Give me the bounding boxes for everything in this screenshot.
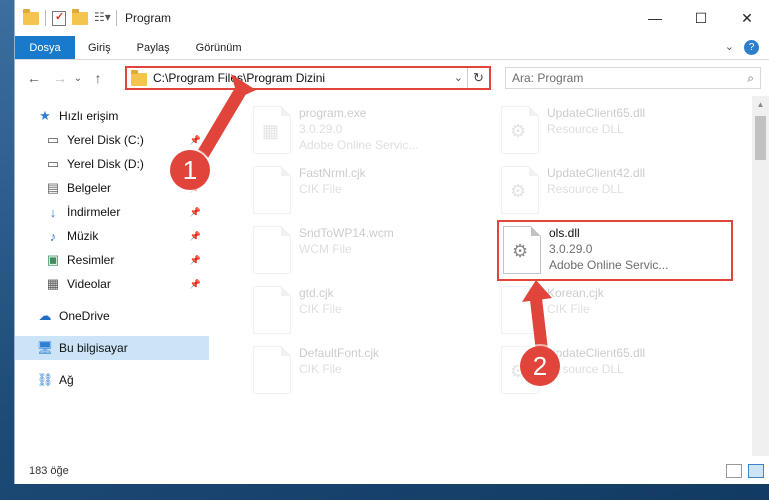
- arrow-to-file: [530, 298, 548, 352]
- arrow-head-file: [522, 280, 552, 302]
- annotation-arrows: [198, 74, 552, 352]
- callout-one: 1: [170, 150, 210, 190]
- callout-two: 2: [520, 346, 560, 386]
